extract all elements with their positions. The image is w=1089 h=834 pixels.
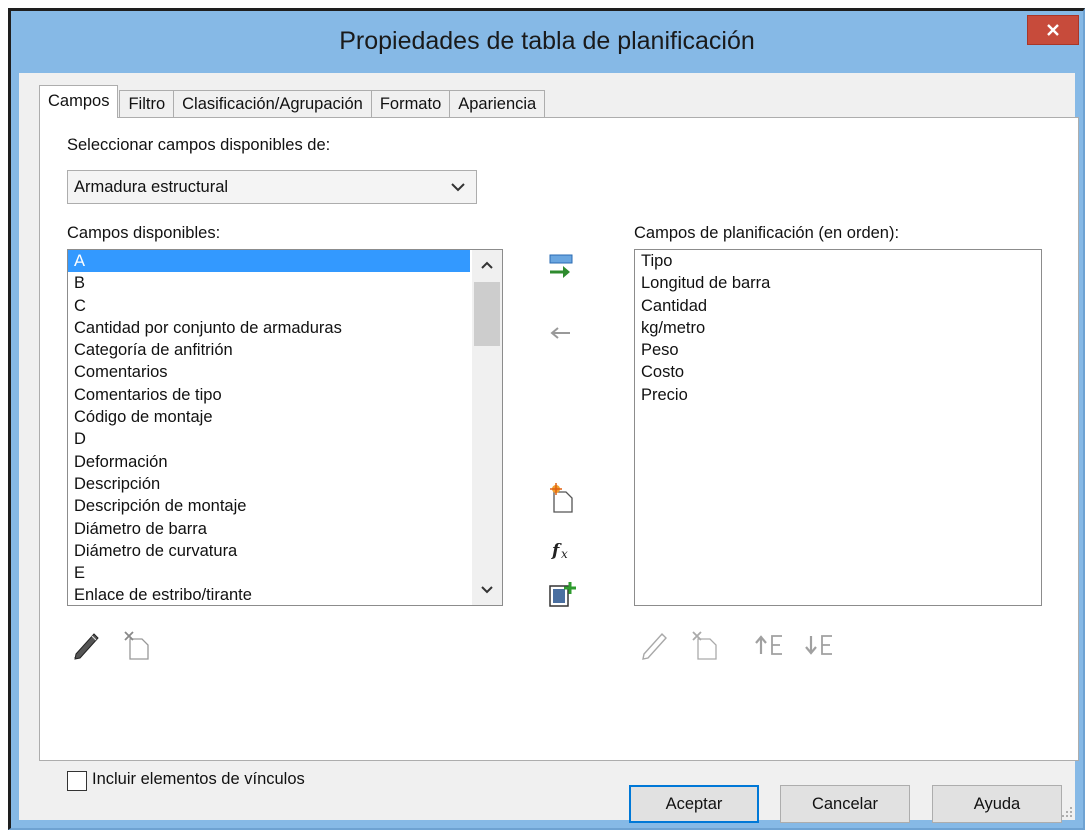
- available-fields-label: Campos disponibles:: [67, 224, 221, 242]
- ok-button[interactable]: Aceptar: [629, 785, 759, 823]
- available-fields-list[interactable]: A B C Cantidad por conjunto de armaduras Cat…: [67, 249, 503, 606]
- scheduled-fields-label: Campos de planificación (en orden):: [634, 224, 900, 242]
- scheduled-field-item[interactable]: Longitud de barra: [635, 272, 1041, 294]
- available-field-item[interactable]: Diámetro de barra: [68, 518, 502, 540]
- tab-strip: Campos Filtro Clasificación/Agrupación F…: [39, 85, 546, 118]
- category-dropdown-value: Armadura estructural: [74, 178, 229, 196]
- scheduled-fields-list[interactable]: Tipo Longitud de barra Cantidad kg/metro Pes…: [634, 249, 1042, 606]
- available-field-item[interactable]: Comentarios: [68, 361, 502, 383]
- move-up-icon[interactable]: [754, 632, 788, 658]
- tab-campos[interactable]: Campos: [39, 85, 119, 118]
- tab-apariencia[interactable]: Apariencia: [449, 90, 546, 118]
- pencil-icon[interactable]: [638, 630, 670, 660]
- combine-parameters-icon[interactable]: [547, 580, 577, 610]
- available-field-item[interactable]: D: [68, 428, 502, 450]
- include-links-label: Incluir elementos de vínculos: [92, 770, 305, 788]
- select-fields-label: Seleccionar campos disponibles de:: [67, 136, 331, 154]
- vertical-scrollbar[interactable]: [472, 250, 502, 605]
- available-field-item[interactable]: B: [68, 272, 502, 294]
- resize-grip-icon[interactable]: [1061, 806, 1073, 818]
- scheduled-field-item[interactable]: kg/metro: [635, 317, 1041, 339]
- title-bar[interactable]: Propiedades de tabla de planificación: [11, 11, 1083, 73]
- scheduled-field-item[interactable]: Precio: [635, 384, 1041, 406]
- new-parameter-icon[interactable]: [548, 482, 576, 514]
- close-button[interactable]: [1027, 15, 1079, 45]
- available-field-item[interactable]: Cantidad por conjunto de armaduras: [68, 317, 502, 339]
- tab-filtro[interactable]: Filtro: [119, 90, 175, 118]
- window-title: Propiedades de tabla de planificación: [339, 27, 755, 55]
- svg-text:x: x: [561, 547, 568, 561]
- chevron-up-icon: [481, 261, 493, 269]
- scheduled-field-item[interactable]: Cantidad: [635, 295, 1041, 317]
- scroll-down-button[interactable]: [472, 575, 502, 605]
- available-field-item[interactable]: Categoría de anfitrión: [68, 339, 502, 361]
- available-field-item[interactable]: A: [68, 250, 470, 273]
- available-field-item[interactable]: Código de montaje: [68, 406, 502, 428]
- dialog-window: Propiedades de tabla de planificación Ca…: [8, 8, 1085, 830]
- delete-parameter-icon[interactable]: [122, 629, 152, 661]
- scheduled-field-item[interactable]: Peso: [635, 339, 1041, 361]
- remove-field-icon[interactable]: [550, 326, 572, 340]
- available-field-item[interactable]: Enlace de estribo/tirante: [68, 584, 502, 605]
- scheduled-field-item[interactable]: Tipo: [635, 250, 1041, 272]
- category-dropdown[interactable]: Armadura estructural: [67, 170, 477, 204]
- dialog-client-area: Campos Filtro Clasificación/Agrupación F…: [19, 73, 1079, 823]
- available-field-item[interactable]: Diámetro de curvatura: [68, 540, 502, 562]
- close-icon: [1047, 24, 1059, 36]
- tab-formato[interactable]: Formato: [370, 90, 451, 118]
- chevron-down-icon: [451, 183, 465, 192]
- help-button[interactable]: Ayuda: [932, 785, 1062, 823]
- delete-parameter-icon[interactable]: [690, 629, 720, 661]
- move-down-icon[interactable]: [804, 632, 838, 658]
- available-field-item[interactable]: Descripción: [68, 473, 502, 495]
- cancel-button[interactable]: Cancelar: [780, 785, 910, 823]
- tab-clasificacion-agrupacion[interactable]: Clasificación/Agrupación: [173, 90, 372, 118]
- available-fields-items: A B C Cantidad por conjunto de armaduras Cat…: [68, 250, 502, 605]
- scroll-thumb[interactable]: [474, 282, 500, 346]
- available-field-item[interactable]: Comentarios de tipo: [68, 384, 502, 406]
- fields-tab-panel: Seleccionar campos disponibles de: Armad…: [39, 117, 1079, 791]
- scroll-up-button[interactable]: [472, 250, 502, 280]
- add-field-icon[interactable]: [546, 252, 576, 282]
- available-field-item[interactable]: E: [68, 562, 502, 584]
- chevron-down-icon: [481, 586, 493, 594]
- available-field-item[interactable]: Deformación: [68, 451, 502, 473]
- include-links-checkbox[interactable]: [67, 771, 87, 791]
- pencil-icon[interactable]: [70, 630, 102, 660]
- scheduled-fields-items: Tipo Longitud de barra Cantidad kg/metro Pes…: [635, 250, 1041, 406]
- fx-icon[interactable]: f x: [550, 538, 576, 562]
- available-field-item[interactable]: Descripción de montaje: [68, 495, 502, 517]
- available-field-item[interactable]: C: [68, 295, 502, 317]
- scheduled-field-item[interactable]: Costo: [635, 361, 1041, 383]
